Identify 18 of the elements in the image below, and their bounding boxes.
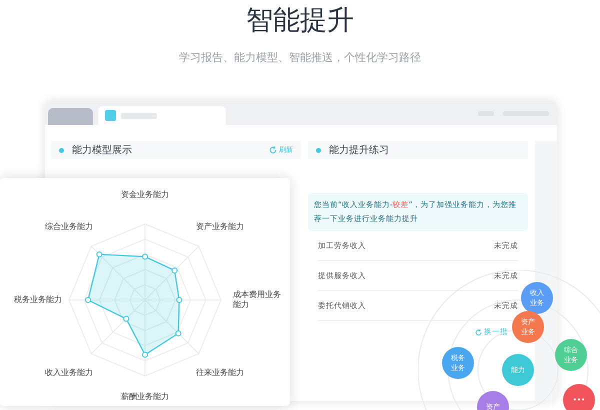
page-subtitle: 学习报告、能力模型、智能推送，个性化学习路径 — [179, 50, 421, 65]
page-title: 智能提升 — [246, 4, 354, 38]
axis-label: 资金业务能力 — [121, 190, 169, 200]
browser-tab[interactable] — [48, 108, 93, 125]
refresh-icon — [475, 328, 482, 336]
axis-label: 薪酬业务能力 — [121, 392, 169, 402]
axis-label: 收入业务能力 — [45, 368, 93, 378]
bullet-icon — [316, 148, 321, 152]
panel-title: 能力提升练习 — [329, 144, 389, 157]
browser-tab[interactable] — [98, 106, 226, 125]
axis-label: 资产业务能力 — [196, 222, 244, 232]
panel-title: 能力模型展示 — [72, 144, 132, 157]
bullet-icon — [59, 148, 64, 152]
axis-label: 税务业务能力 — [14, 295, 62, 305]
refresh-icon — [269, 146, 277, 154]
axis-label: 综合业务能力 — [45, 222, 93, 232]
axis-label: 成本费用业务能力 — [233, 290, 282, 310]
axis-label: 往来业务能力 — [196, 368, 244, 378]
